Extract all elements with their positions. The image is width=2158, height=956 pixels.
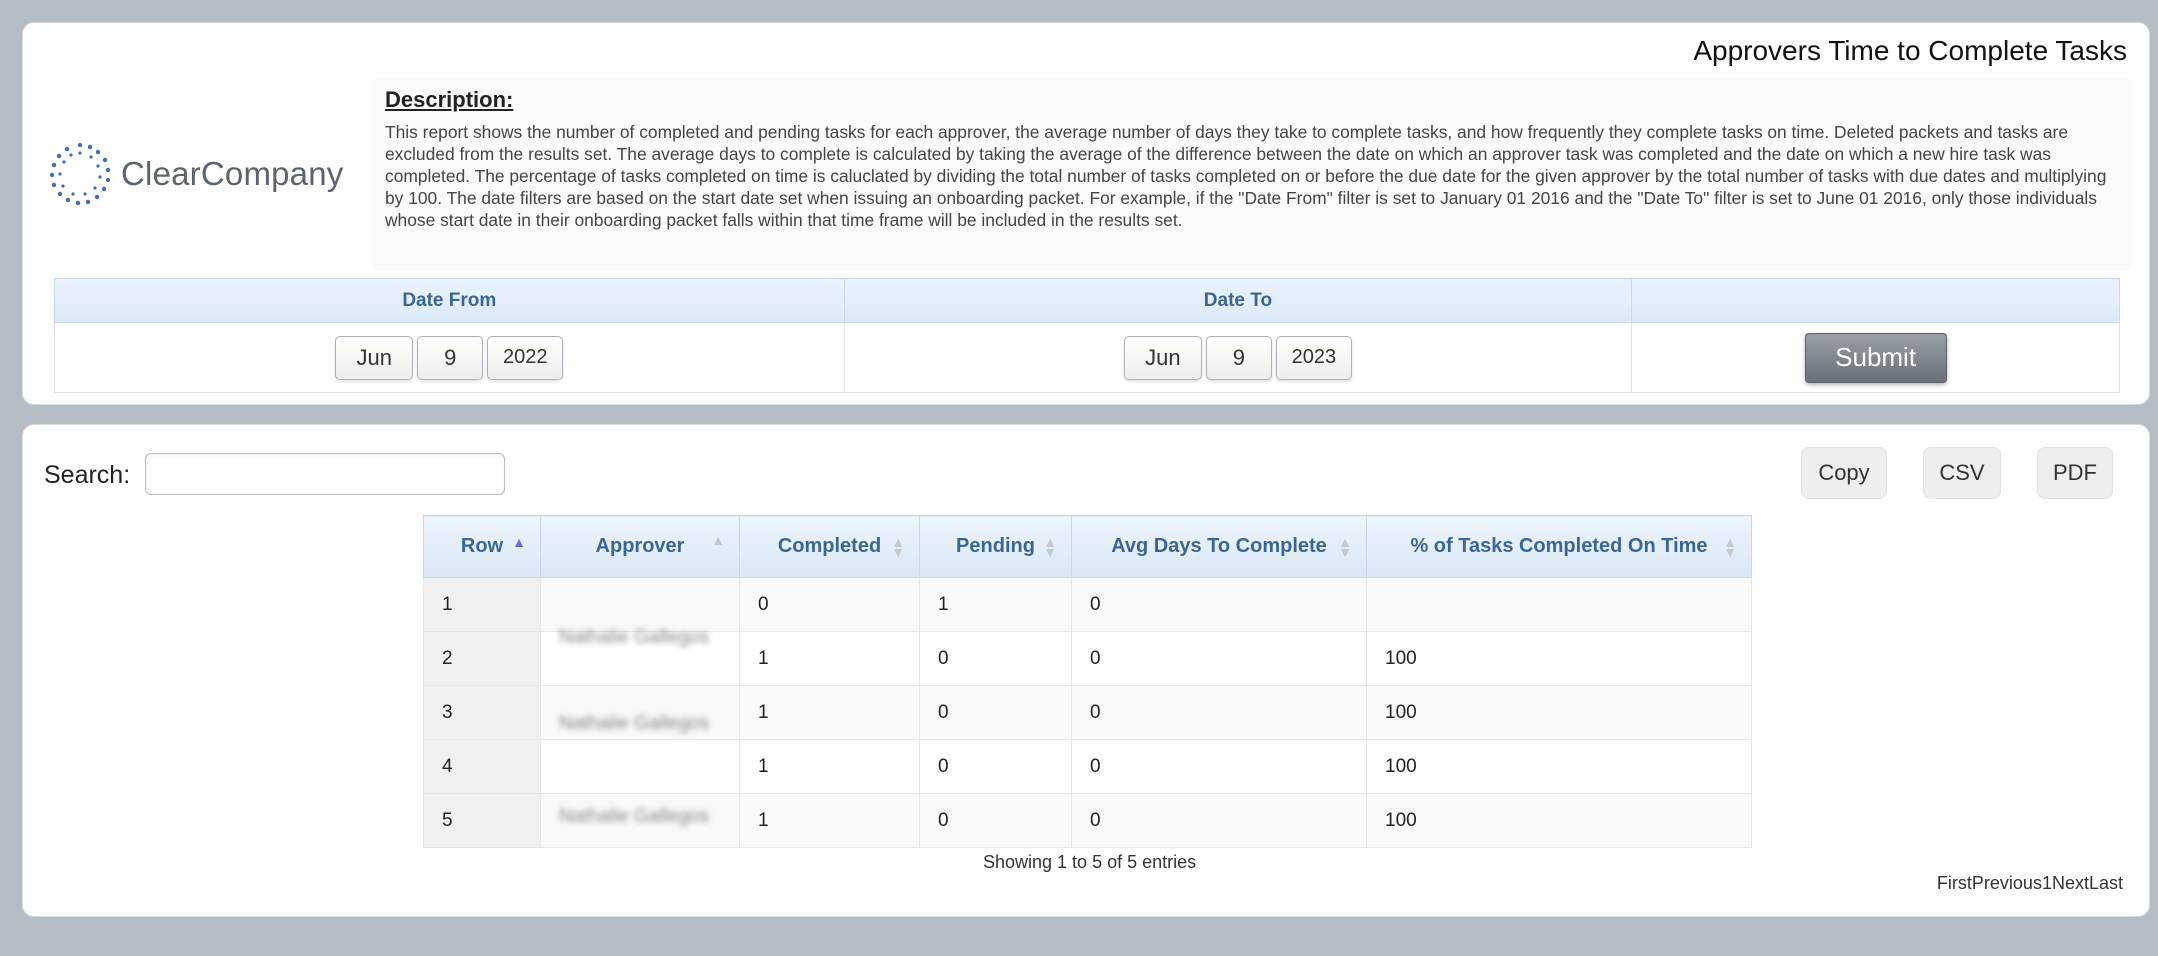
redacted-approver-name: Nathalie Gallegos bbox=[559, 805, 709, 827]
date-from-picker: Jun 9 2022 bbox=[335, 335, 564, 380]
pct-on-time-cell: 100 bbox=[1366, 793, 1752, 848]
report-header-panel: Approvers Time to Complete Tasks ClearCo… bbox=[22, 22, 2150, 405]
table-row: 3 Nathalie Gallegos 1 0 0 100 bbox=[423, 685, 1752, 740]
column-header-row-label: Row bbox=[460, 535, 504, 557]
csv-button[interactable]: CSV bbox=[1923, 447, 2001, 499]
date-to-day-select[interactable]: 9 bbox=[1205, 335, 1272, 380]
date-to-year-select[interactable]: 2023 bbox=[1275, 335, 1352, 380]
date-from-year-select[interactable]: 2022 bbox=[487, 335, 564, 380]
row-number-cell: 1 bbox=[423, 577, 541, 632]
row-number-cell: 4 bbox=[423, 739, 541, 794]
row-number-cell: 2 bbox=[423, 631, 541, 686]
date-to-month-select[interactable]: Jun bbox=[1123, 335, 1202, 380]
column-header-approver[interactable]: Approver ▲ bbox=[540, 515, 740, 578]
table-row: 2 Nathalie Gallegos 1 0 0 100 bbox=[423, 627, 1752, 686]
sort-both-icon: ▲ ▼ bbox=[1338, 533, 1352, 560]
pct-on-time-cell: 100 bbox=[1366, 631, 1752, 686]
pending-cell: 0 bbox=[919, 685, 1072, 740]
search-input[interactable] bbox=[145, 453, 505, 495]
pagination: First Previous 1 Next Last bbox=[1937, 873, 2123, 894]
column-header-completed-label: Completed bbox=[777, 535, 882, 557]
approver-cell: Nathalie Gallegos bbox=[540, 627, 740, 686]
row-number-cell: 3 bbox=[423, 685, 541, 740]
redacted-approver-name: Nathalie Gallegos bbox=[559, 626, 709, 648]
approver-cell: Nathalie Gallegos bbox=[540, 685, 740, 740]
column-header-row[interactable]: Row ▲ bbox=[423, 515, 541, 578]
column-header-avg-days-label: Avg Days To Complete bbox=[1111, 535, 1327, 557]
pct-on-time-cell: 100 bbox=[1366, 739, 1752, 794]
submit-button[interactable]: Submit bbox=[1804, 332, 1947, 383]
pager-next-link[interactable]: Next bbox=[2052, 873, 2089, 894]
pager-last-link[interactable]: Last bbox=[2089, 873, 2123, 894]
avg-days-cell: 0 bbox=[1071, 631, 1367, 686]
approvers-table: Row ▲ Approver ▲ Completed ▲ ▼ Pending ▲ ▼… bbox=[423, 515, 1752, 848]
completed-cell: 1 bbox=[739, 739, 920, 794]
clearcompany-logo-icon bbox=[49, 142, 111, 206]
sort-asc-icon: ▲ bbox=[512, 534, 526, 550]
date-to-cell: Jun 9 2023 bbox=[843, 322, 1633, 393]
approver-cell bbox=[540, 577, 740, 632]
sort-icon: ▲ bbox=[711, 532, 725, 548]
report-title: Approvers Time to Complete Tasks bbox=[1693, 35, 2127, 66]
results-panel: Search: Copy CSV PDF Row ▲ Approver ▲ Co… bbox=[22, 424, 2150, 917]
sort-both-icon: ▲ ▼ bbox=[1723, 533, 1737, 560]
approver-cell bbox=[540, 739, 740, 794]
search-label: Search: bbox=[44, 461, 131, 489]
column-header-approver-label: Approver bbox=[595, 535, 685, 557]
completed-cell: 1 bbox=[739, 685, 920, 740]
column-header-completed[interactable]: Completed ▲ ▼ bbox=[739, 515, 920, 578]
date-to-header: Date To bbox=[843, 278, 1633, 323]
description-box: Description: This report shows the numbe… bbox=[373, 77, 2131, 271]
logo-text: ClearCompany bbox=[121, 155, 344, 192]
table-row: 5 Nathalie Gallegos 1 0 0 100 bbox=[423, 793, 1752, 848]
date-from-header: Date From bbox=[54, 278, 845, 323]
pending-cell: 0 bbox=[919, 631, 1072, 686]
column-header-pct-on-time[interactable]: % of Tasks Completed On Time ▲ ▼ bbox=[1366, 515, 1752, 578]
date-from-month-select[interactable]: Jun bbox=[335, 335, 414, 380]
description-heading: Description: bbox=[385, 87, 514, 112]
column-header-avg-days[interactable]: Avg Days To Complete ▲ ▼ bbox=[1071, 515, 1367, 578]
pager-page-link[interactable]: 1 bbox=[2042, 873, 2052, 894]
pager-previous-link[interactable]: Previous bbox=[1972, 873, 2042, 894]
copy-button[interactable]: Copy bbox=[1801, 447, 1887, 499]
pct-on-time-cell bbox=[1366, 577, 1752, 632]
completed-cell: 1 bbox=[739, 631, 920, 686]
avg-days-cell: 0 bbox=[1071, 739, 1367, 794]
approver-cell: Nathalie Gallegos bbox=[540, 793, 740, 848]
column-header-pct-on-time-label: % of Tasks Completed On Time bbox=[1410, 535, 1708, 557]
completed-cell: 0 bbox=[739, 577, 920, 632]
avg-days-cell: 0 bbox=[1071, 577, 1367, 632]
clearcompany-logo: ClearCompany bbox=[45, 129, 365, 219]
pending-cell: 0 bbox=[919, 739, 1072, 794]
row-number-cell: 5 bbox=[423, 793, 541, 848]
sort-both-icon: ▲ ▼ bbox=[891, 533, 905, 560]
submit-cell: Submit bbox=[1631, 322, 2120, 393]
date-from-cell: Jun 9 2022 bbox=[54, 322, 845, 393]
redacted-approver-name: Nathalie Gallegos bbox=[559, 712, 709, 734]
date-to-picker: Jun 9 2023 bbox=[1123, 335, 1352, 380]
date-from-day-select[interactable]: 9 bbox=[417, 335, 484, 380]
description-text: This report shows the number of complete… bbox=[385, 122, 2107, 230]
table-info: Showing 1 to 5 of 5 entries bbox=[983, 852, 1197, 872]
column-header-pending[interactable]: Pending ▲ ▼ bbox=[919, 515, 1072, 578]
column-header-pending-label: Pending bbox=[956, 535, 1035, 557]
pending-cell: 1 bbox=[919, 577, 1072, 632]
completed-cell: 1 bbox=[739, 793, 920, 848]
pdf-button[interactable]: PDF bbox=[2037, 447, 2113, 499]
pending-cell: 0 bbox=[919, 793, 1072, 848]
date-filter-table: Date From Date To Jun 9 2022 Jun 9 2023 bbox=[54, 278, 2120, 393]
submit-header bbox=[1631, 278, 2120, 323]
pct-on-time-cell: 100 bbox=[1366, 685, 1752, 740]
avg-days-cell: 0 bbox=[1071, 793, 1367, 848]
table-row: 4 1 0 0 100 bbox=[423, 739, 1752, 794]
pager-first-link[interactable]: First bbox=[1937, 873, 1972, 894]
sort-both-icon: ▲ ▼ bbox=[1043, 533, 1057, 560]
table-row: 1 0 1 0 bbox=[423, 577, 1752, 632]
avg-days-cell: 0 bbox=[1071, 685, 1367, 740]
